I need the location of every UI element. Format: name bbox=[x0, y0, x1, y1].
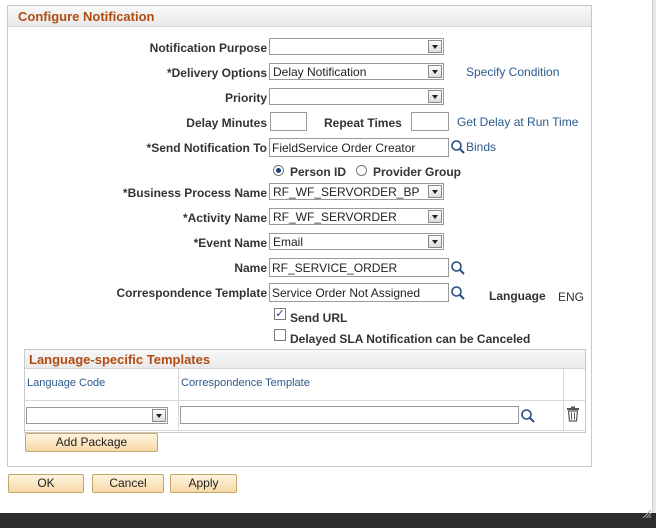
notification-purpose-dropdown[interactable] bbox=[269, 38, 444, 55]
priority-dropdown[interactable] bbox=[269, 88, 444, 105]
window-bottom-bar bbox=[0, 513, 656, 528]
send-notification-to-input[interactable]: FieldService Order Creator bbox=[269, 138, 449, 157]
chevron-down-icon[interactable] bbox=[152, 409, 166, 422]
chevron-down-icon[interactable] bbox=[428, 210, 442, 223]
person-id-radio[interactable] bbox=[273, 165, 284, 176]
panel-title: Configure Notification bbox=[18, 9, 155, 24]
event-name-value: Email bbox=[273, 235, 304, 249]
chevron-down-icon[interactable] bbox=[428, 65, 442, 78]
correspondence-template-input[interactable]: Service Order Not Assigned bbox=[269, 283, 449, 302]
provider-group-radio[interactable] bbox=[356, 165, 367, 176]
business-process-name-label: *Business Process Name bbox=[122, 186, 267, 200]
delivery-options-value: Delay Notification bbox=[273, 65, 367, 79]
magnifier-icon[interactable] bbox=[450, 139, 466, 155]
column-header-correspondence-template[interactable]: Correspondence Template bbox=[181, 377, 310, 389]
send-notification-to-label: *Send Notification To bbox=[146, 141, 267, 155]
priority-label: Priority bbox=[224, 91, 267, 105]
activity-name-value: RF_WF_SERVORDER bbox=[273, 210, 397, 224]
specify-condition-link[interactable]: Specify Condition bbox=[466, 65, 559, 79]
correspondence-template-value: Service Order Not Assigned bbox=[272, 286, 421, 300]
chevron-down-icon[interactable] bbox=[428, 40, 442, 53]
send-notification-to-value: FieldService Order Creator bbox=[272, 141, 416, 155]
row-divider bbox=[25, 430, 585, 431]
language-value: ENG bbox=[558, 290, 585, 304]
correspondence-template-label: Correspondence Template bbox=[116, 286, 267, 300]
event-name-label: *Event Name bbox=[193, 236, 267, 250]
delivery-options-label: *Delivery Options bbox=[166, 66, 267, 80]
magnifier-icon[interactable] bbox=[450, 285, 466, 301]
grid-header: Language-specific Templates bbox=[25, 350, 585, 369]
send-url-label: Send URL bbox=[290, 311, 348, 325]
delay-minutes-input[interactable] bbox=[270, 112, 307, 131]
activity-name-label: *Activity Name bbox=[182, 211, 267, 225]
binds-link[interactable]: Binds bbox=[466, 140, 496, 154]
repeat-times-label: Repeat Times bbox=[324, 116, 402, 130]
chevron-down-icon[interactable] bbox=[428, 235, 442, 248]
name-label: Name bbox=[234, 261, 267, 275]
trash-icon[interactable] bbox=[566, 406, 580, 422]
delivery-options-dropdown[interactable]: Delay Notification bbox=[269, 63, 444, 80]
name-value: RF_SERVICE_ORDER bbox=[272, 261, 398, 275]
language-label: Language bbox=[489, 289, 546, 303]
grid-title: Language-specific Templates bbox=[29, 352, 211, 367]
delayed-sla-label: Delayed SLA Notification can be Canceled bbox=[290, 332, 531, 346]
delayed-sla-checkbox[interactable] bbox=[274, 329, 286, 341]
ok-button[interactable]: OK bbox=[8, 474, 84, 493]
resize-grip-icon[interactable] bbox=[640, 507, 652, 519]
person-id-label: Person ID bbox=[290, 165, 347, 179]
event-name-dropdown[interactable]: Email bbox=[269, 233, 444, 250]
activity-name-dropdown[interactable]: RF_WF_SERVORDER bbox=[269, 208, 444, 225]
column-header-language-code[interactable]: Language Code bbox=[27, 377, 105, 389]
magnifier-icon[interactable] bbox=[450, 260, 466, 276]
cancel-button[interactable]: Cancel bbox=[92, 474, 164, 493]
delay-minutes-label: Delay Minutes bbox=[186, 116, 267, 130]
send-url-checkbox[interactable]: ✓ bbox=[274, 308, 286, 320]
add-package-button[interactable]: Add Package bbox=[25, 433, 158, 452]
window-right-edge bbox=[652, 0, 656, 513]
provider-group-label: Provider Group bbox=[373, 165, 462, 179]
repeat-times-input[interactable] bbox=[411, 112, 449, 131]
business-process-name-dropdown[interactable]: RF_WF_SERVORDER_BP bbox=[269, 183, 444, 200]
language-code-dropdown[interactable] bbox=[26, 407, 168, 424]
business-process-name-value: RF_WF_SERVORDER_BP bbox=[273, 185, 420, 199]
panel-header: Configure Notification bbox=[8, 6, 591, 27]
chevron-down-icon[interactable] bbox=[428, 185, 442, 198]
get-delay-at-run-time-link[interactable]: Get Delay at Run Time bbox=[457, 115, 578, 129]
row-divider bbox=[25, 400, 585, 401]
apply-button[interactable]: Apply bbox=[170, 474, 237, 493]
row-correspondence-template-input[interactable] bbox=[180, 406, 519, 424]
magnifier-icon[interactable] bbox=[520, 408, 536, 424]
chevron-down-icon[interactable] bbox=[428, 90, 442, 103]
name-input[interactable]: RF_SERVICE_ORDER bbox=[269, 258, 449, 277]
notification-purpose-label: Notification Purpose bbox=[149, 41, 267, 55]
